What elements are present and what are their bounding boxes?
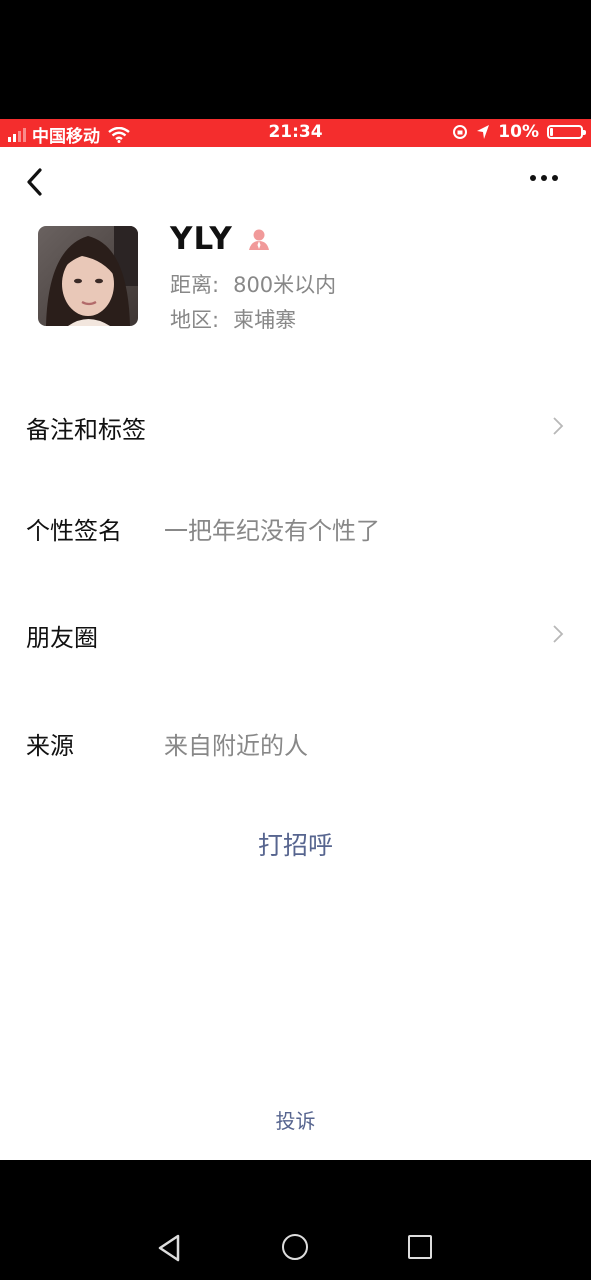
profile-name: YLY <box>170 221 233 257</box>
region-label: 地区: <box>170 308 220 332</box>
location-arrow-icon <box>477 125 490 139</box>
moments-label: 朋友圈 <box>26 624 98 652</box>
distance-value: 800米以内 <box>233 273 337 297</box>
moments-row[interactable]: 朋友圈 <box>26 618 566 653</box>
battery-icon <box>547 125 586 139</box>
chevron-right-icon <box>553 417 564 435</box>
greet-button[interactable]: 打招呼 <box>0 826 591 862</box>
signature-row: 个性签名 一把年纪没有个性了 <box>26 511 566 546</box>
avatar-photo <box>38 226 138 326</box>
name-row: YLY <box>170 221 271 257</box>
remarks-tags-label: 备注和标签 <box>26 416 146 444</box>
chevron-right-icon <box>553 625 564 643</box>
square-recent-icon[interactable] <box>408 1235 432 1259</box>
female-person-icon <box>248 229 269 250</box>
source-value: 来自附近的人 <box>164 732 308 760</box>
distance-label: 距离: <box>170 273 220 297</box>
status-bar: 中国移动 21:34 10% <box>0 119 591 147</box>
distance-row: 距离: 800米以内 <box>170 269 336 299</box>
source-label: 来源 <box>26 732 74 760</box>
signature-value: 一把年纪没有个性了 <box>164 517 380 545</box>
status-right: 10% <box>452 122 586 142</box>
chevron-left-icon[interactable] <box>22 165 46 199</box>
more-dots-icon[interactable] <box>530 175 558 181</box>
remarks-tags-row[interactable]: 备注和标签 <box>26 410 566 445</box>
profile-page: YLY 距离: 800米以内 地区: 柬埔寨 备注和标签 个性签名 一把年纪没有个性… <box>0 147 591 1160</box>
circle-home-icon[interactable] <box>282 1234 308 1260</box>
source-row: 来源 来自附近的人 <box>26 726 566 761</box>
region-value: 柬埔寨 <box>233 308 297 332</box>
rotation-lock-icon <box>453 125 468 139</box>
signature-label: 个性签名 <box>26 517 122 545</box>
triangle-back-icon[interactable] <box>156 1233 184 1263</box>
battery-percent: 10% <box>498 122 539 142</box>
region-row: 地区: 柬埔寨 <box>170 304 296 334</box>
report-link[interactable]: 投诉 <box>0 1105 591 1134</box>
android-nav-bar <box>0 1160 591 1280</box>
avatar[interactable] <box>38 226 138 326</box>
